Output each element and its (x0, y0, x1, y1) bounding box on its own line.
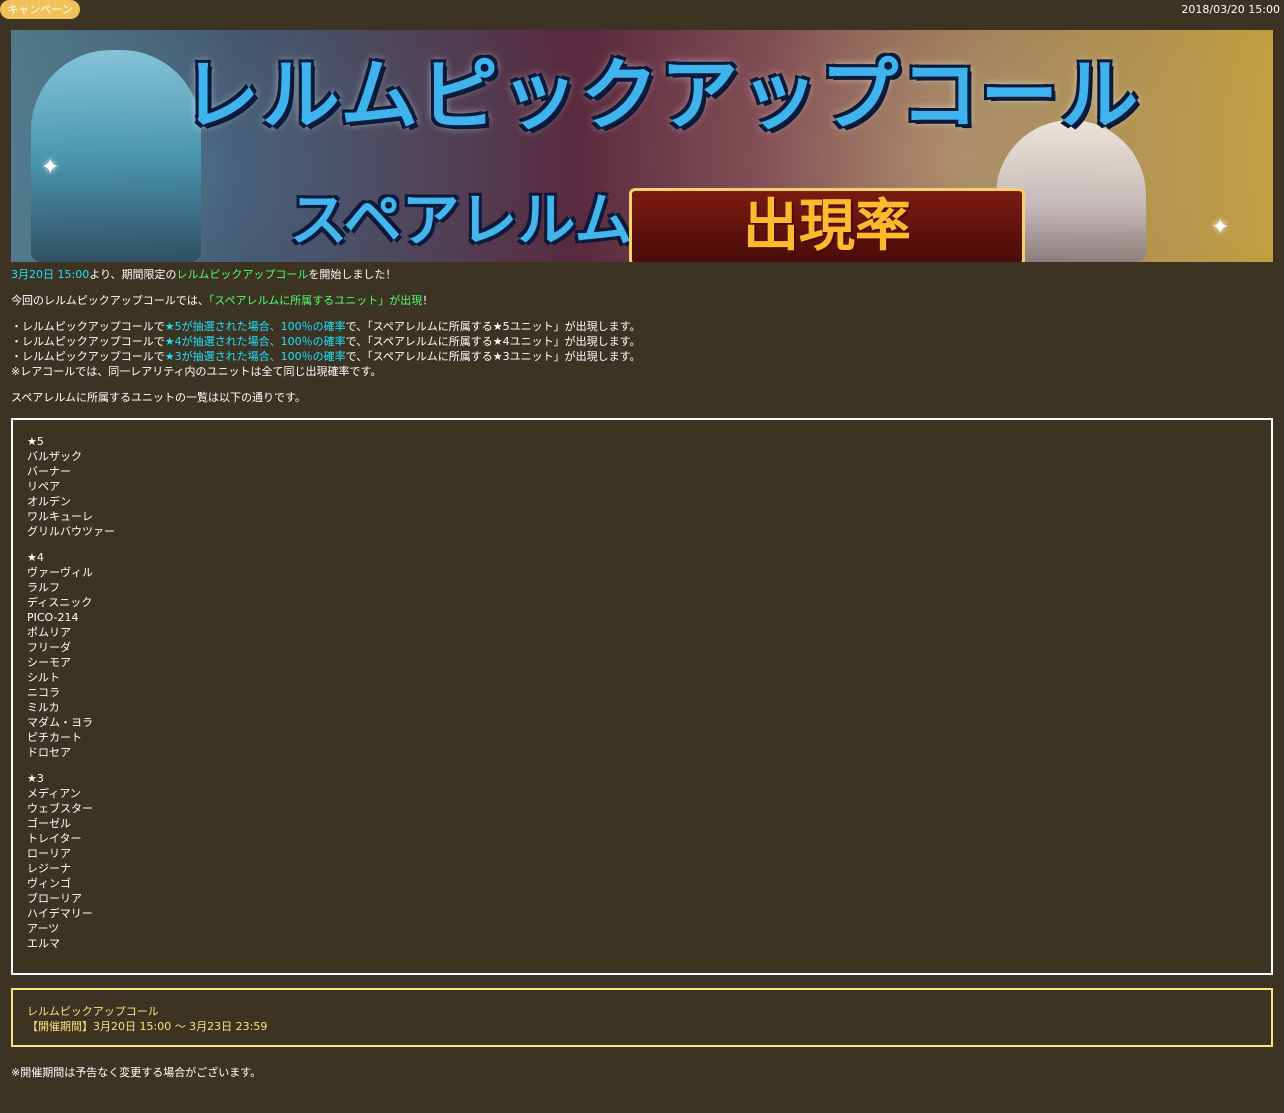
unit-name: シーモア (27, 656, 71, 669)
banner-subtitle-left: スペアレルム (289, 186, 633, 254)
unit-name: オルデン (27, 495, 71, 508)
rarity-group-3: ★3 メディアン ウェブスター ゴーゼル トレイター ローリア レジーナ ヴィン… (27, 771, 93, 951)
period-dates: 【開催期間】3月20日 15:00 ～ 3月23日 23:59 (27, 1020, 268, 1033)
unit-name: ブローリア (27, 892, 82, 905)
rule-suffix: で、「スペアレルムに所属する★5ユニット」が出現します。 (345, 320, 641, 333)
unit-name: ミルカ (27, 701, 60, 714)
unit-name: ワルキューレ (27, 510, 93, 523)
feature-text: 今回のレルムピックアップコールでは、 (11, 294, 209, 307)
unit-name: PICO-214 (27, 611, 79, 624)
unit-name: シルト (27, 671, 60, 684)
unit-name: ピチカート (27, 731, 82, 744)
rule-suffix: で、「スペアレルムに所属する★3ユニット」が出現します。 (345, 350, 641, 363)
unit-name: ラルフ (27, 581, 60, 594)
unit-name: アーツ (27, 922, 60, 935)
rarity-group-4: ★4 ヴァーヴィル ラルフ ディスニック PICO-214 ポムリア フリーダ … (27, 550, 93, 760)
rule-prefix: ・レルムピックアップコールで (11, 350, 165, 363)
sparkle-icon: ✦ (1211, 215, 1230, 240)
unit-list-intro: スペアレルムに所属するユニットの一覧は以下の通りです。 (11, 391, 306, 404)
unit-name: ニコラ (27, 686, 60, 699)
unit-name: リペア (27, 480, 60, 493)
rule-suffix: で、「スペアレルムに所属する★4ユニット」が出現します。 (345, 335, 641, 348)
footer-note: ※開催期間は予告なく変更する場合がございます。 (11, 1066, 262, 1079)
intro-paragraph: 3月20日 15:00より、期間限定のレルムピックアップコールを開始しました！ (11, 267, 396, 282)
unit-name: マダム・ヨラ (27, 716, 93, 729)
rules-block: ・レルムピックアップコールで★5が抽選された場合、100％の確率で、「スペアレル… (11, 319, 640, 379)
unit-name: エルマ (27, 937, 60, 950)
unit-name: トレイター (27, 832, 82, 845)
period-event-name: レルムピックアップコール (27, 1005, 159, 1018)
rule-prefix: ・レルムピックアップコールで (11, 320, 165, 333)
event-name-highlight: レルムピックアップコール (176, 268, 309, 281)
unit-name: ディスニック (27, 596, 93, 609)
post-datetime: 2018/03/20 15:00 (1181, 3, 1280, 16)
feature-paragraph: 今回のレルムピックアップコールでは、「スペアレルムに所属するユニット」が出現！ (11, 293, 433, 308)
unit-name: ヴァーヴィル (27, 566, 93, 579)
unit-list-box: ★5 バルザック バーナー リペア オルデン ワルキューレ グリルバウツァー ★… (11, 418, 1273, 975)
feature-text: ！ (422, 294, 434, 307)
unit-name: ローリア (27, 847, 71, 860)
intro-text: を開始しました！ (308, 268, 397, 281)
rule-highlight: ★4が抽選された場合、100％の確率 (164, 335, 346, 348)
top-bar: キャンペーン 2018/03/20 15:00 (0, 0, 1284, 20)
rarity-heading: ★3 (27, 772, 44, 785)
rarity-heading: ★4 (27, 551, 44, 564)
unit-name: ゴーゼル (27, 817, 71, 830)
unit-name: バーナー (27, 465, 71, 478)
intro-text: より、期間限定の (89, 268, 177, 281)
unit-name: メディアン (27, 787, 81, 800)
rare-call-note: ※レアコールでは、同一レアリティ内のユニットは全て同じ出現確率です。 (11, 365, 382, 378)
unit-name: グリルバウツァー (27, 525, 115, 538)
unit-name: ハイデマリー (27, 907, 93, 920)
category-badge: キャンペーン (0, 0, 80, 19)
unit-name: ポムリア (27, 626, 71, 639)
banner-title: レルムピックアップコール (181, 51, 1141, 141)
unit-name: フリーダ (27, 641, 71, 654)
event-banner-image: ✦ ✦ ✦ レルムピックアップコール スペアレルム 出現率100%!! (11, 30, 1273, 262)
rule-line: ・レルムピックアップコールで★4が抽選された場合、100％の確率で、「スペアレル… (11, 334, 640, 349)
rule-prefix: ・レルムピックアップコールで (11, 335, 165, 348)
feature-highlight: 「スペアレルムに所属するユニット」が出現 (208, 294, 423, 307)
unit-name: バルザック (27, 450, 82, 463)
banner-subtitle-right: 出現率100%!! (629, 188, 1025, 262)
rarity-heading: ★5 (27, 435, 44, 448)
rule-line: ・レルムピックアップコールで★3が抽選された場合、100％の確率で、「スペアレル… (11, 349, 640, 364)
sparkle-icon: ✦ (41, 155, 60, 180)
rarity-group-5: ★5 バルザック バーナー リペア オルデン ワルキューレ グリルバウツァー (27, 434, 115, 539)
event-period-box: レルムピックアップコール 【開催期間】3月20日 15:00 ～ 3月23日 2… (11, 988, 1273, 1047)
unit-name: ドロセア (27, 746, 71, 759)
start-date-highlight: 3月20日 15:00 (11, 268, 90, 281)
unit-name: ヴィンゴ (27, 877, 71, 890)
rule-highlight: ★3が抽選された場合、100％の確率 (164, 350, 346, 363)
rule-line: ・レルムピックアップコールで★5が抽選された場合、100％の確率で、「スペアレル… (11, 319, 640, 334)
rule-highlight: ★5が抽選された場合、100％の確率 (164, 320, 346, 333)
unit-name: ウェブスター (27, 802, 93, 815)
unit-name: レジーナ (27, 862, 71, 875)
